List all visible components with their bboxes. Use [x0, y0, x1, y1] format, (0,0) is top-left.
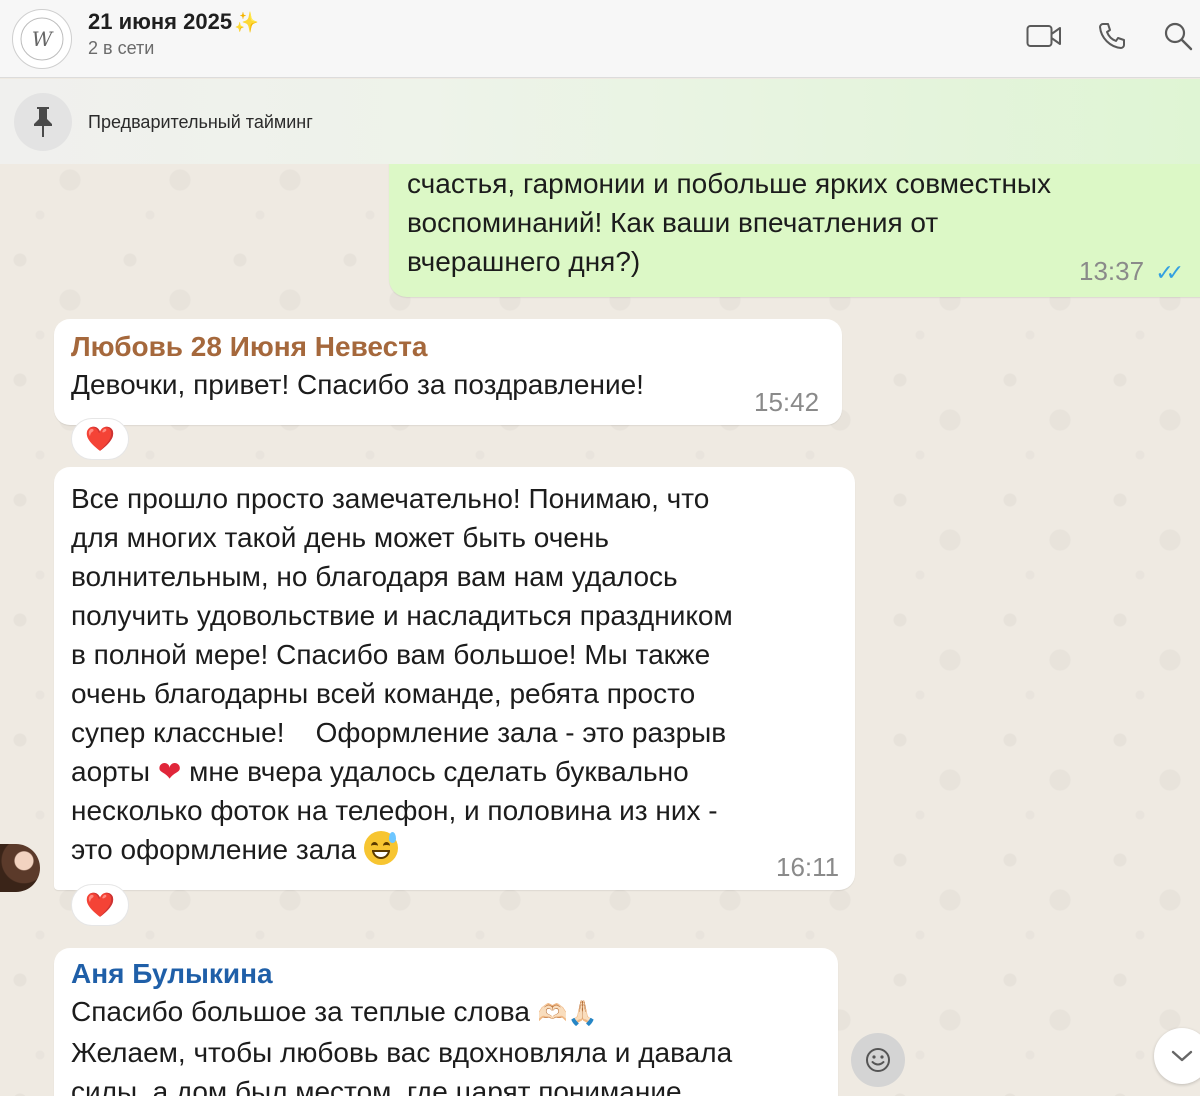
- message-line: волнительным, но благодаря вам нам удало…: [71, 561, 678, 592]
- group-avatar[interactable]: W: [12, 9, 72, 69]
- message-line: супер классные! Оформление зала - это ра…: [71, 717, 727, 748]
- pin-icon: [14, 93, 72, 151]
- message-text: Девочки, привет! Спасибо за поздравление…: [71, 369, 644, 400]
- pinned-message-bar[interactable]: Предварительный тайминг: [0, 79, 1200, 164]
- sparkles-icon: ✨: [234, 12, 259, 34]
- reaction-badge[interactable]: ❤️: [71, 418, 129, 460]
- chat-title[interactable]: 21 июня 2025 ✨: [88, 9, 259, 35]
- message-time: 13:37 ✓✓: [1079, 256, 1184, 286]
- outgoing-message[interactable]: счастья, гармонии и побольше ярких совме…: [389, 164, 1200, 297]
- message-line: Желаем, чтобы любовь вас вдохновляла и д…: [71, 1037, 733, 1068]
- message-time: 16:11: [776, 852, 840, 882]
- message-line: для многих такой день может быть очень: [71, 522, 609, 553]
- heart-hands-emoji-icon: 🫶🏻🙏🏻: [537, 1000, 598, 1027]
- chat-header: W 21 июня 2025 ✨ 2 в сети: [0, 0, 1200, 78]
- message-line: воспоминаний! Как ваши впечатления от: [407, 207, 939, 238]
- message-line: это оформление зала: [71, 830, 855, 869]
- online-status: 2 в сети: [88, 38, 155, 58]
- message-time: 15:42: [754, 387, 820, 417]
- sender-name[interactable]: Любовь 28 Июня Невеста: [71, 329, 842, 365]
- incoming-message[interactable]: Аня Булыкина Спасибо большое за теплые с…: [54, 948, 838, 1096]
- heart-icon: ❤️: [85, 425, 115, 453]
- pinned-message-text: Предварительный тайминг: [88, 112, 313, 132]
- heart-icon: ❤️: [85, 891, 115, 919]
- chevron-down-icon: [1171, 1050, 1193, 1062]
- incoming-message[interactable]: Любовь 28 Июня Невеста Девочки, привет! …: [54, 319, 842, 425]
- message-line: в полной мере! Спасибо вам большое! Мы т…: [71, 639, 711, 670]
- smiley-icon: [866, 1048, 890, 1072]
- phone-icon[interactable]: [1092, 18, 1132, 54]
- heart-emoji-icon: ❤: [157, 756, 182, 787]
- message-line: получить удовольствие и насладиться праз…: [71, 600, 733, 631]
- message-line: Все прошло просто замечательно! Понимаю,…: [71, 483, 710, 514]
- message-line: очень благодарны всей команде, ребята пр…: [71, 678, 696, 709]
- sender-name[interactable]: Аня Булыкина: [71, 956, 838, 992]
- video-call-icon[interactable]: [1024, 18, 1064, 54]
- message-line: счастья, гармонии и побольше ярких совме…: [407, 168, 1052, 199]
- message-line: силы, а дом был местом, где царят понима…: [71, 1076, 682, 1096]
- read-ticks-icon: ✓✓: [1155, 260, 1184, 285]
- emoji-reaction-button[interactable]: [851, 1033, 905, 1087]
- svg-text:W: W: [32, 27, 54, 51]
- reaction-badge[interactable]: ❤️: [71, 884, 129, 926]
- sender-avatar[interactable]: [0, 844, 40, 892]
- message-line: аорты ❤ мне вчера удалось сделать буквал…: [71, 756, 689, 787]
- sweat-smile-emoji-icon: [364, 831, 399, 865]
- message-list[interactable]: счастья, гармонии и побольше ярких совме…: [0, 164, 1200, 1096]
- search-icon[interactable]: [1158, 18, 1198, 54]
- incoming-message[interactable]: Все прошло просто замечательно! Понимаю,…: [54, 467, 855, 890]
- message-line: Спасибо большое за теплые слова 🫶🏻🙏🏻: [71, 996, 598, 1027]
- message-line: несколько фоток на телефон, и половина и…: [71, 795, 718, 826]
